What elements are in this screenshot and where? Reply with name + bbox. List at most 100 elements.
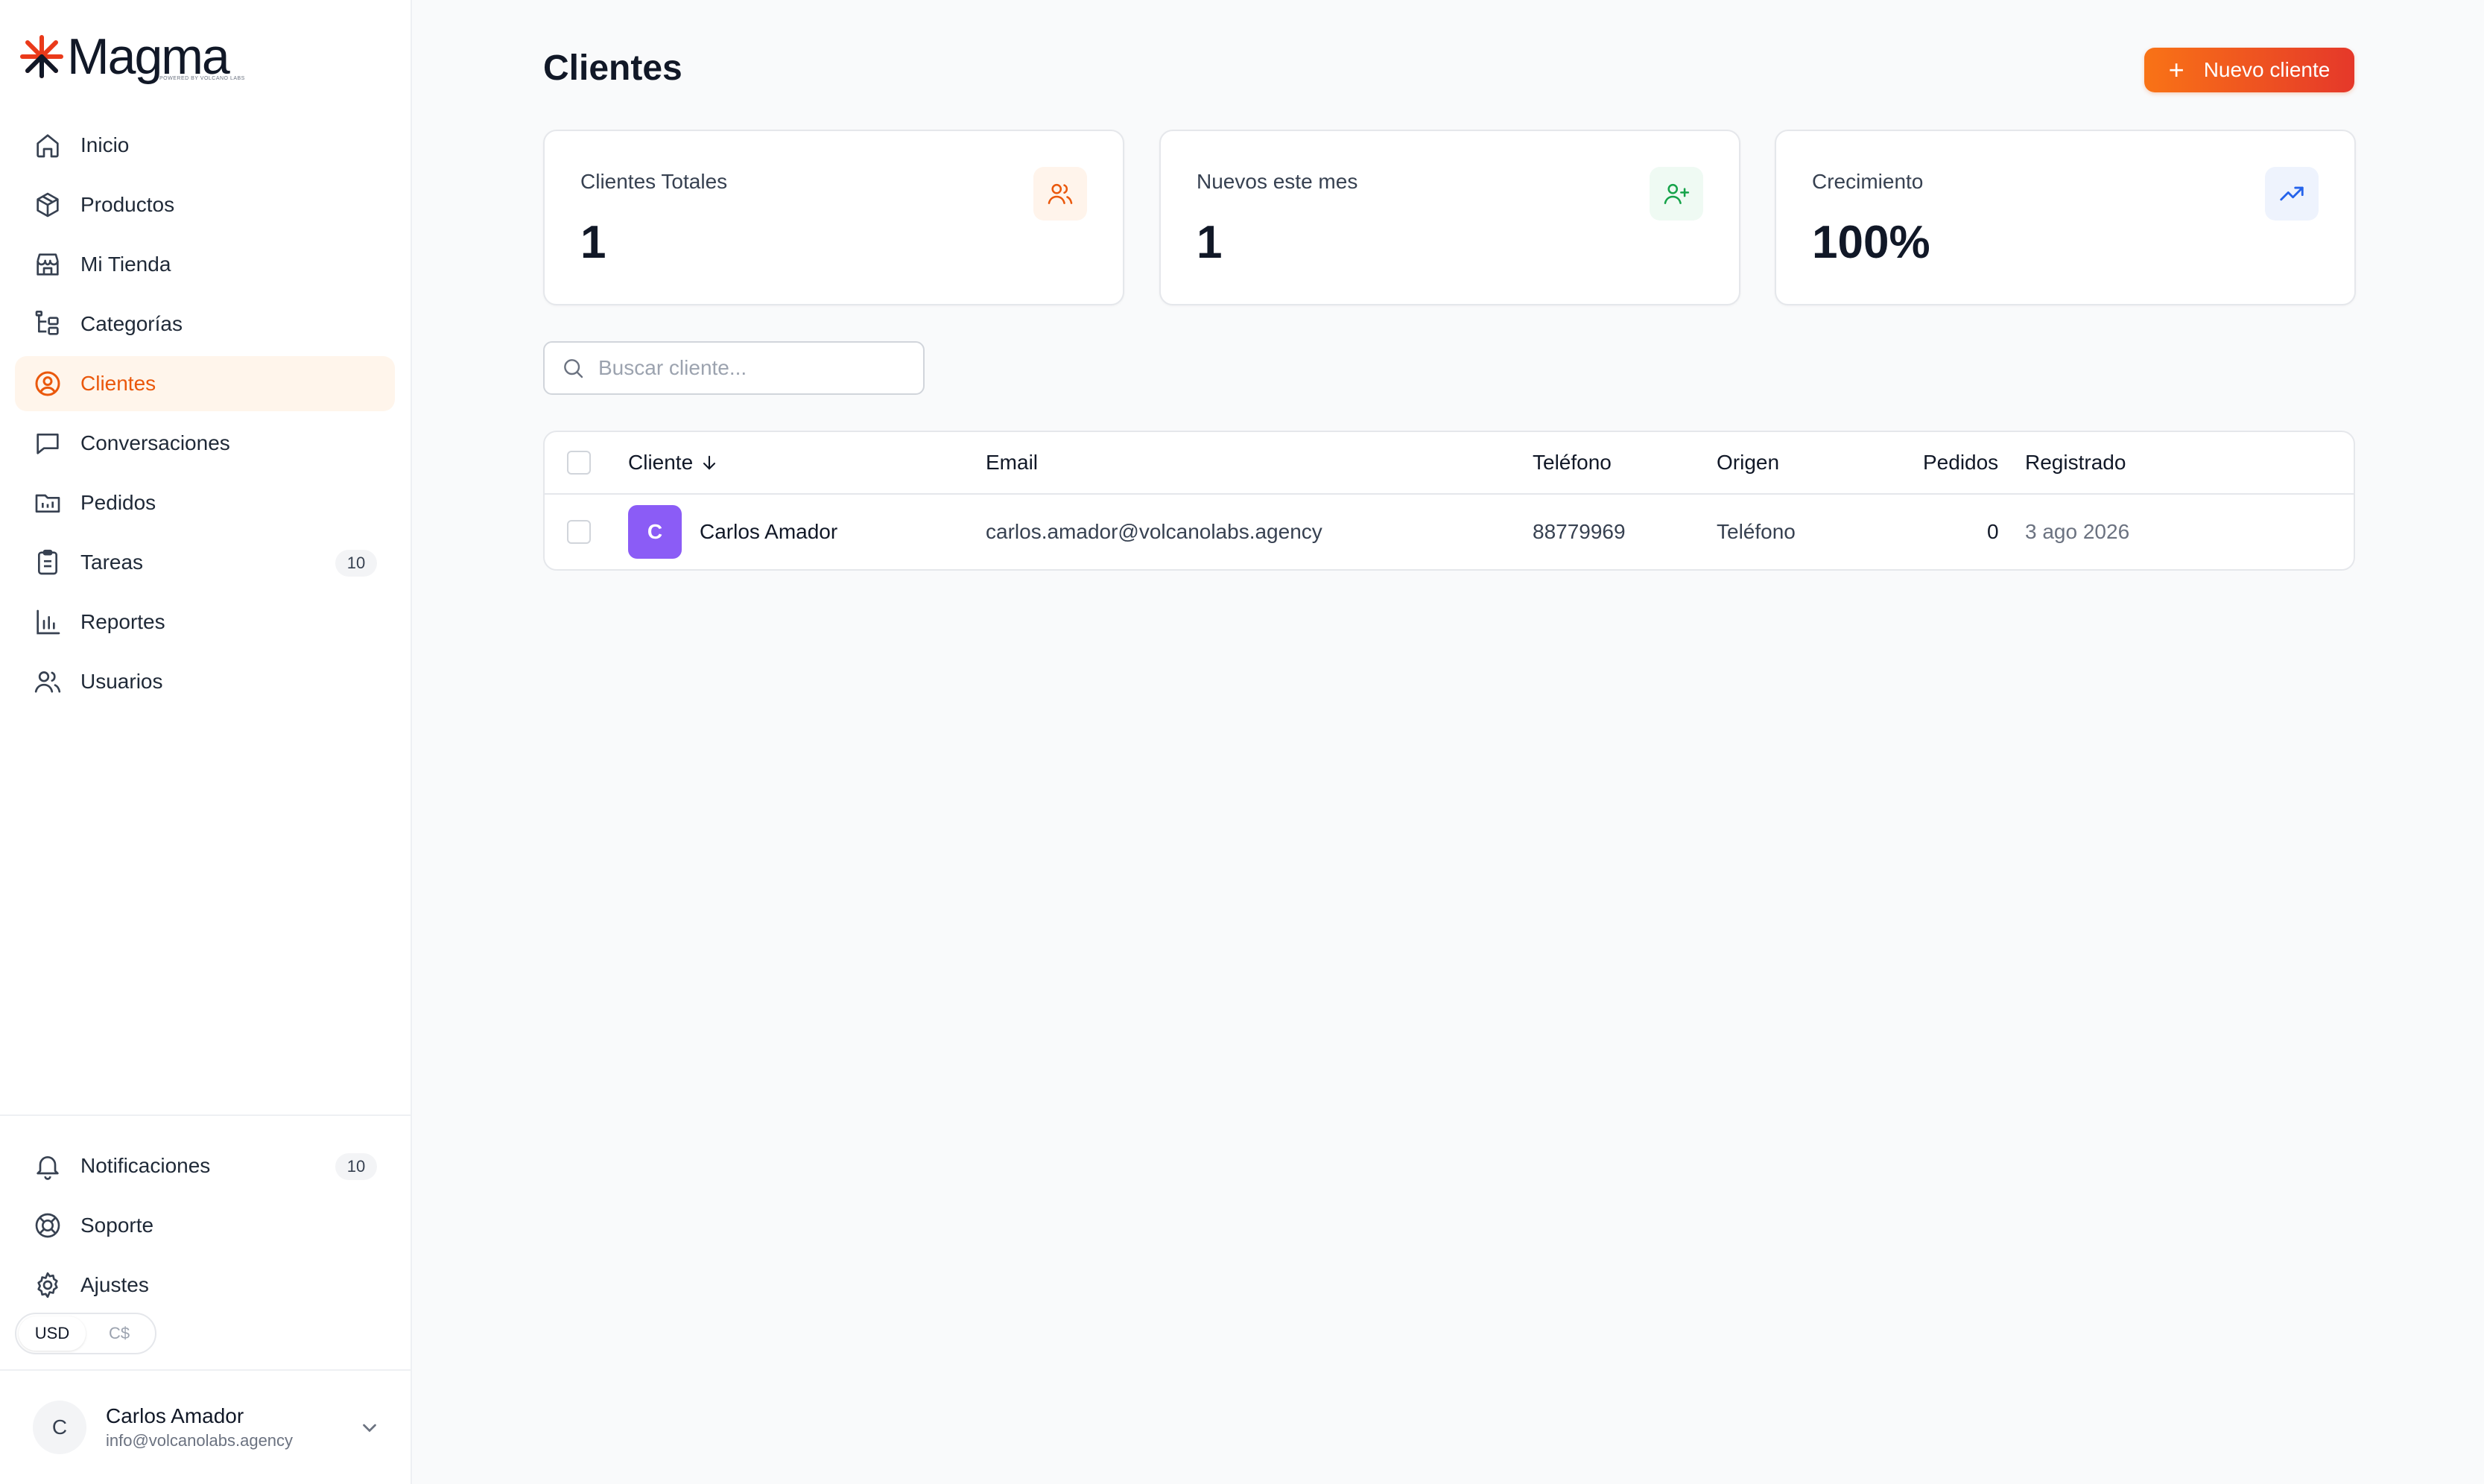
client-email: carlos.amador@volcanolabs.agency (986, 520, 1322, 543)
lifebuoy-icon (33, 1211, 63, 1240)
column-cliente[interactable]: Cliente (628, 432, 720, 493)
trending-up-icon (2265, 167, 2319, 221)
sidebar-item-label: Notificaciones (80, 1154, 211, 1177)
brand-logo[interactable]: Magma (19, 28, 230, 85)
avatar: C (628, 505, 682, 559)
select-all-checkbox[interactable] (567, 451, 591, 475)
sidebar-item-categorias[interactable]: Categorías (15, 297, 395, 352)
sidebar-divider (0, 1114, 412, 1116)
sidebar-bottom-nav: Notificaciones 10 Soporte Ajustes (15, 1138, 395, 1317)
new-client-label: Nuevo cliente (2203, 58, 2331, 81)
client-name[interactable]: Carlos Amador (700, 520, 837, 544)
sidebar-item-conversaciones[interactable]: Conversaciones (15, 416, 395, 471)
sidebar-item-ajustes[interactable]: Ajustes (15, 1258, 395, 1313)
clipboard-icon (33, 548, 63, 577)
sidebar-divider (0, 1369, 412, 1371)
column-email[interactable]: Email (986, 432, 1038, 493)
bar-chart-icon (33, 607, 63, 637)
app-window: Magma POWERED BY VOLCANO LABS Inicio Pro… (0, 0, 2484, 1484)
sidebar-item-pedidos[interactable]: Pedidos (15, 475, 395, 530)
client-phone: 88779969 (1533, 520, 1626, 543)
stat-card-growth: Crecimiento 100% (1775, 130, 2356, 305)
sidebar-item-label: Mi Tienda (80, 253, 171, 276)
avatar: C (33, 1401, 86, 1454)
sidebar-item-clientes[interactable]: Clientes (15, 356, 395, 411)
sidebar-item-reportes[interactable]: Reportes (15, 594, 395, 650)
stat-card-total-clients: Clientes Totales 1 (543, 130, 1124, 305)
sidebar-item-label: Categorías (80, 312, 183, 335)
user-plus-icon (1650, 167, 1703, 221)
tareas-badge: 10 (335, 550, 377, 577)
box-icon (33, 190, 63, 220)
currency-usd[interactable]: USD (19, 1316, 86, 1351)
search-icon (564, 359, 583, 378)
sidebar-item-label: Pedidos (80, 491, 156, 514)
column-telefono[interactable]: Teléfono (1533, 432, 1612, 493)
store-icon (33, 250, 63, 279)
search-box (543, 341, 925, 395)
gear-icon (33, 1270, 63, 1300)
categories-icon (33, 309, 63, 339)
user-circle-icon (33, 369, 63, 399)
sidebar-item-label: Productos (80, 193, 175, 216)
sidebar-item-soporte[interactable]: Soporte (15, 1198, 395, 1253)
stat-label: Nuevos este mes (1197, 170, 1358, 193)
notificaciones-badge: 10 (335, 1153, 377, 1180)
new-client-button[interactable]: + Nuevo cliente (2144, 48, 2354, 92)
client-registered: 3 ago 2026 (2025, 520, 2130, 543)
sidebar-item-label: Usuarios (80, 670, 163, 693)
sidebar-item-label: Soporte (80, 1214, 154, 1237)
sidebar-item-label: Tareas (80, 551, 144, 574)
row-checkbox[interactable] (567, 520, 591, 544)
sidebar-item-usuarios[interactable]: Usuarios (15, 654, 395, 709)
select-all-cell (567, 432, 591, 493)
brand-name: Magma (67, 28, 230, 85)
stat-value: 1 (1197, 217, 1223, 268)
clients-table: Cliente Email Teléfono Origen Pedidos Re… (543, 431, 2355, 571)
users-icon (1033, 167, 1087, 221)
stat-value: 100% (1812, 217, 1930, 268)
users-icon (33, 667, 63, 697)
user-menu[interactable]: C Carlos Amador info@volcanolabs.agency (33, 1401, 383, 1454)
currency-cordoba[interactable]: C$ (86, 1316, 153, 1351)
arrow-down-icon (703, 455, 716, 470)
column-registrado[interactable]: Registrado (2025, 432, 2126, 493)
home-icon (33, 130, 63, 160)
column-pedidos[interactable]: Pedidos (1923, 432, 1998, 493)
sidebar-item-inicio[interactable]: Inicio (15, 118, 395, 173)
brand-tagline: POWERED BY VOLCANO LABS (159, 76, 245, 81)
search-input[interactable] (597, 355, 913, 381)
row-select-cell (567, 493, 591, 569)
page-title: Clientes (543, 48, 682, 88)
sidebar-item-productos[interactable]: Productos (15, 177, 395, 232)
sidebar-item-tareas[interactable]: Tareas 10 (15, 535, 395, 590)
sidebar-item-label: Clientes (80, 372, 156, 395)
sidebar-item-label: Conversaciones (80, 431, 230, 454)
sidebar-item-notificaciones[interactable]: Notificaciones 10 (15, 1138, 395, 1193)
sidebar-item-label: Ajustes (80, 1273, 149, 1296)
client-cell: C Carlos Amador (628, 493, 837, 569)
column-label: Cliente (628, 451, 694, 474)
stat-label: Clientes Totales (580, 170, 728, 193)
bell-icon (33, 1151, 63, 1181)
sidebar: Magma POWERED BY VOLCANO LABS Inicio Pro… (0, 0, 412, 1484)
user-email: info@volcanolabs.agency (106, 1431, 294, 1450)
table-header: Cliente Email Teléfono Origen Pedidos Re… (545, 432, 2354, 495)
client-origin: Teléfono (1717, 520, 1796, 543)
stat-value: 1 (580, 217, 606, 268)
sidebar-nav: Inicio Productos Mi Tienda Categorías Cl… (15, 118, 395, 714)
chat-icon (33, 428, 63, 458)
stat-card-new-this-month: Nuevos este mes 1 (1159, 130, 1740, 305)
client-orders: 0 (1987, 520, 1999, 543)
user-info: Carlos Amador info@volcanolabs.agency (106, 1404, 293, 1450)
sidebar-item-label: Inicio (80, 133, 130, 156)
plus-icon: + (2168, 54, 2184, 85)
table-row[interactable]: C Carlos Amador carlos.amador@volcanolab… (545, 493, 2354, 569)
sidebar-item-mi-tienda[interactable]: Mi Tienda (15, 237, 395, 292)
stat-label: Crecimiento (1812, 170, 1924, 193)
asterisk-logo-icon (20, 35, 63, 78)
column-origen[interactable]: Origen (1717, 432, 1779, 493)
orders-icon (33, 488, 63, 518)
chevron-down-icon[interactable] (356, 1414, 383, 1441)
currency-toggle: USD C$ (15, 1313, 156, 1354)
